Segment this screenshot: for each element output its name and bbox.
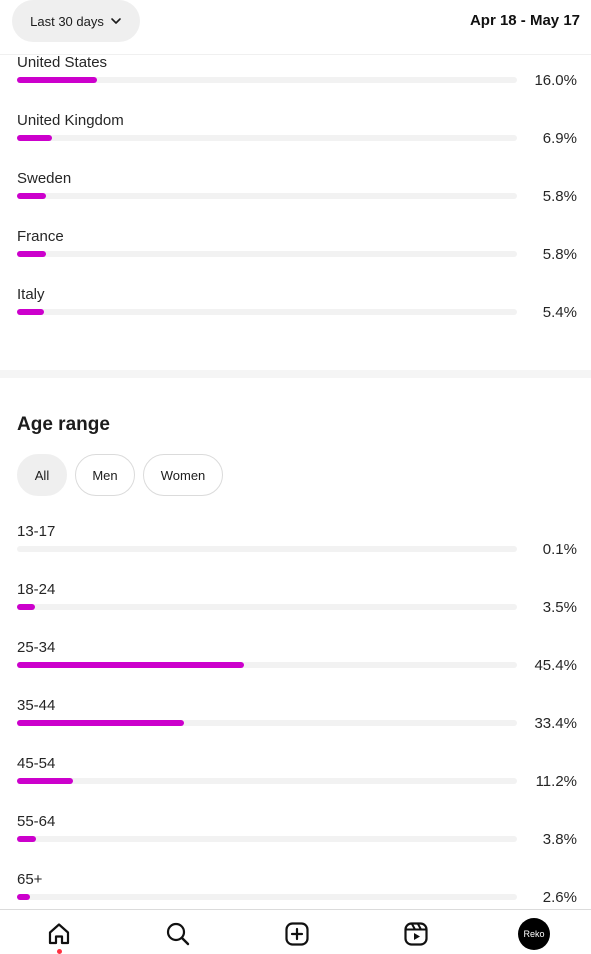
bar-track bbox=[17, 77, 517, 83]
age-percent: 0.1% bbox=[542, 541, 577, 558]
country-label: Sweden bbox=[17, 170, 72, 187]
age-percent: 3.5% bbox=[542, 599, 577, 616]
nav-reels[interactable] bbox=[402, 920, 430, 948]
bar-track bbox=[17, 604, 517, 610]
age-row: 25-34 45.4% bbox=[17, 639, 577, 697]
bar-track bbox=[17, 193, 517, 199]
bar-track bbox=[17, 135, 517, 141]
country-percent: 16.0% bbox=[534, 72, 577, 89]
age-label: 65+ bbox=[17, 871, 43, 888]
section-divider bbox=[0, 370, 591, 378]
bar-track bbox=[17, 720, 517, 726]
country-row: France 5.8% bbox=[17, 228, 577, 286]
nav-search[interactable] bbox=[164, 920, 192, 948]
age-percent: 2.6% bbox=[542, 889, 577, 906]
bar-track bbox=[17, 251, 517, 257]
country-label: United Kingdom bbox=[17, 112, 124, 129]
gender-filter-chips: All Men Women bbox=[17, 454, 223, 496]
date-filter-button[interactable]: Last 30 days bbox=[12, 0, 140, 42]
country-label: Italy bbox=[17, 286, 45, 303]
reels-icon bbox=[404, 922, 428, 946]
bar-fill bbox=[17, 77, 97, 83]
country-row: United Kingdom 6.9% bbox=[17, 112, 577, 170]
filter-chip-women[interactable]: Women bbox=[143, 454, 223, 496]
age-label: 55-64 bbox=[17, 813, 56, 830]
age-label: 35-44 bbox=[17, 697, 56, 714]
bar-fill bbox=[17, 836, 36, 842]
create-icon bbox=[285, 922, 309, 946]
bar-fill bbox=[17, 662, 244, 668]
age-row: 13-17 0.1% bbox=[17, 523, 577, 581]
avatar-text: Reko bbox=[523, 929, 545, 939]
country-row: Sweden 5.8% bbox=[17, 170, 577, 228]
age-label: 13-17 bbox=[17, 523, 56, 540]
country-label: France bbox=[17, 228, 64, 245]
search-icon bbox=[166, 922, 190, 946]
age-range-title: Age range bbox=[17, 414, 110, 435]
bar-track bbox=[17, 546, 517, 552]
age-row: 18-24 3.5% bbox=[17, 581, 577, 639]
nav-create[interactable] bbox=[283, 920, 311, 948]
age-row: 35-44 33.4% bbox=[17, 697, 577, 755]
date-filter-label: Last 30 days bbox=[30, 13, 104, 29]
bar-fill bbox=[17, 135, 52, 141]
bar-fill bbox=[17, 309, 44, 315]
age-percent: 3.8% bbox=[542, 831, 577, 848]
bar-track bbox=[17, 894, 517, 900]
filter-chip-all[interactable]: All bbox=[17, 454, 67, 496]
country-percent: 6.9% bbox=[542, 130, 577, 147]
bar-fill bbox=[17, 604, 35, 610]
country-row: United States 16.0% bbox=[17, 54, 577, 112]
age-label: 18-24 bbox=[17, 581, 56, 598]
age-label: 45-54 bbox=[17, 755, 56, 772]
bar-track bbox=[17, 778, 517, 784]
country-row: Italy 5.4% bbox=[17, 286, 577, 344]
bar-fill bbox=[17, 251, 46, 257]
bar-fill bbox=[17, 720, 184, 726]
country-label: United States bbox=[17, 54, 108, 71]
bar-track bbox=[17, 309, 517, 315]
home-icon bbox=[48, 923, 70, 945]
country-percent: 5.8% bbox=[542, 246, 577, 263]
age-row: 45-54 11.2% bbox=[17, 755, 577, 813]
filter-chip-men[interactable]: Men bbox=[75, 454, 135, 496]
bottom-nav: Reko bbox=[0, 909, 591, 954]
bar-track bbox=[17, 662, 517, 668]
age-percent: 45.4% bbox=[534, 657, 577, 674]
bar-track bbox=[17, 836, 517, 842]
date-range-text: Apr 18 - May 17 bbox=[469, 12, 580, 29]
bar-fill bbox=[17, 193, 46, 199]
bar-fill bbox=[17, 894, 30, 900]
top-bar: Last 30 days Apr 18 - May 17 bbox=[0, 0, 591, 55]
age-row: 55-64 3.8% bbox=[17, 813, 577, 871]
country-percent: 5.4% bbox=[542, 304, 577, 321]
bar-fill bbox=[17, 778, 73, 784]
country-percent: 5.8% bbox=[542, 188, 577, 205]
chevron-down-icon bbox=[111, 18, 121, 24]
age-label: 25-34 bbox=[17, 639, 56, 656]
age-percent: 11.2% bbox=[535, 773, 577, 790]
age-percent: 33.4% bbox=[534, 715, 577, 732]
profile-avatar[interactable]: Reko bbox=[518, 918, 550, 950]
nav-home[interactable] bbox=[45, 920, 73, 954]
